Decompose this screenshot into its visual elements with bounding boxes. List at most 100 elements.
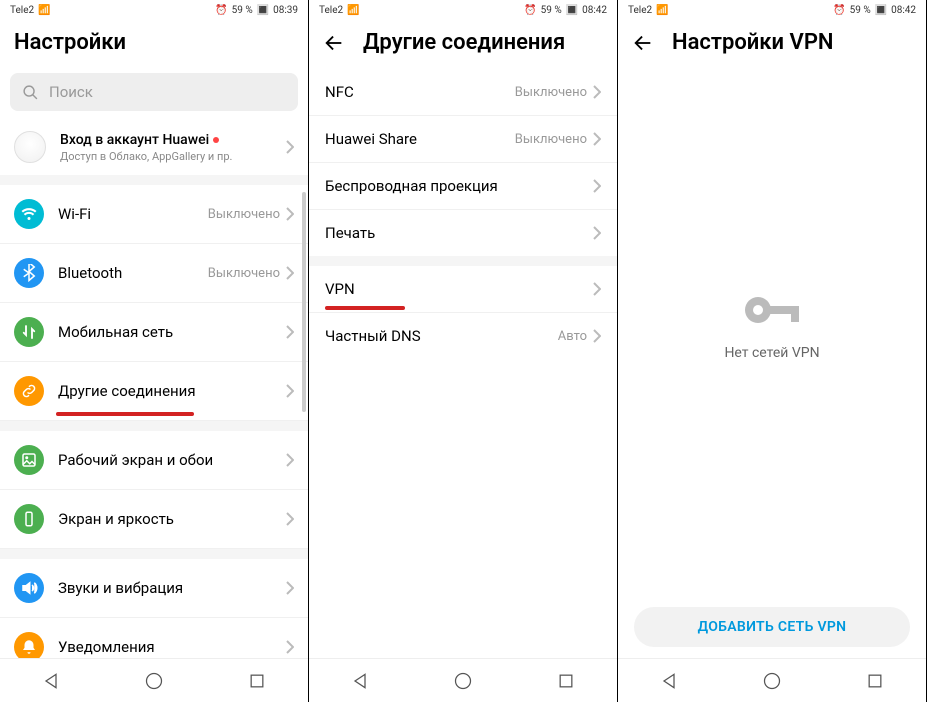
row-label: Wi-Fi — [58, 205, 208, 223]
row-print[interactable]: Печать — [309, 210, 617, 256]
account-subtitle: Доступ в Облако, AppGallery и пр. — [60, 150, 272, 163]
carrier-label: Tele2 — [319, 5, 343, 16]
wallpaper-icon — [14, 445, 44, 475]
battery-label: 59 % — [541, 5, 562, 16]
carrier-label: Tele2 — [628, 5, 652, 16]
chevron-right-icon — [286, 453, 294, 467]
chevron-right-icon — [593, 179, 601, 193]
home-nav-icon[interactable] — [144, 671, 164, 691]
row-sound[interactable]: Звуки и вибрация — [0, 559, 308, 618]
row-value: Выключено — [208, 266, 280, 281]
row-value: Авто — [558, 329, 587, 344]
row-display[interactable]: Экран и яркость — [0, 490, 308, 549]
chevron-right-icon — [593, 226, 601, 240]
home-nav-icon[interactable] — [453, 671, 473, 691]
row-label: Беспроводная проекция — [325, 177, 593, 195]
row-vpn[interactable]: VPN — [309, 266, 617, 313]
account-title: Вход в аккаунт Huawei — [60, 132, 272, 148]
notification-dot-icon — [213, 137, 219, 143]
chevron-right-icon — [593, 282, 601, 296]
mobile-data-icon — [14, 317, 44, 347]
section-divider — [0, 175, 308, 185]
row-label: Мобильная сеть — [58, 323, 286, 341]
battery-icon: 🔳 — [257, 5, 269, 16]
battery-icon: 🔳 — [566, 5, 578, 16]
bluetooth-icon — [14, 258, 44, 288]
search-input[interactable]: Поиск — [10, 73, 298, 111]
chevron-right-icon — [286, 581, 294, 595]
back-arrow-icon[interactable] — [632, 32, 654, 54]
row-label: Звуки и вибрация — [58, 579, 286, 597]
navigation-bar — [0, 658, 308, 702]
navigation-bar — [309, 658, 617, 702]
back-nav-icon[interactable] — [350, 671, 370, 691]
row-label: Уведомления — [58, 638, 286, 656]
row-label: Bluetooth — [58, 264, 208, 282]
avatar-icon — [14, 131, 46, 163]
alarm-icon: ⏰ — [524, 5, 536, 16]
chevron-right-icon — [286, 640, 294, 654]
row-other-connections[interactable]: Другие соединения — [0, 362, 308, 421]
row-value: Выключено — [515, 85, 587, 100]
row-label: Печать — [325, 224, 593, 242]
back-nav-icon[interactable] — [41, 671, 61, 691]
battery-icon: 🔳 — [875, 5, 887, 16]
status-bar: Tele2📶 ⏰59 %🔳08:39 — [0, 0, 308, 20]
chevron-right-icon — [286, 207, 294, 221]
signal-icon: 📶 — [656, 5, 668, 16]
recent-nav-icon[interactable] — [865, 671, 885, 691]
row-mobile[interactable]: Мобильная сеть — [0, 303, 308, 362]
vpn-key-icon — [742, 289, 802, 331]
status-bar: Tele2 📶 ⏰ 59 % 🔳 08:42 — [618, 0, 926, 20]
battery-label: 59 % — [232, 5, 253, 16]
row-wifi[interactable]: Wi-Fi Выключено — [0, 185, 308, 244]
row-home-screen[interactable]: Рабочий экран и обои — [0, 431, 308, 490]
chevron-right-icon — [286, 325, 294, 339]
chevron-right-icon — [593, 85, 601, 99]
row-private-dns[interactable]: Частный DNS Авто — [309, 313, 617, 359]
header: Настройки VPN — [618, 20, 926, 69]
screen-settings: Tele2📶 ⏰59 %🔳08:39 Настройки Поиск Вход … — [0, 0, 309, 702]
empty-message: Нет сетей VPN — [724, 345, 819, 361]
carrier-label: Tele2 — [10, 5, 34, 16]
navigation-bar — [618, 658, 926, 702]
signal-icon: 📶 — [38, 5, 50, 16]
clock-label: 08:42 — [582, 5, 607, 16]
row-label: Huawei Share — [325, 130, 515, 148]
screen-other-connections: Tele2 📶 ⏰ 59 % 🔳 08:42 Другие соединения NFC… — [309, 0, 618, 702]
sound-icon — [14, 573, 44, 603]
wifi-icon — [14, 199, 44, 229]
home-nav-icon[interactable] — [762, 671, 782, 691]
battery-label: 59 % — [850, 5, 871, 16]
chevron-right-icon — [593, 132, 601, 146]
row-wireless-projection[interactable]: Беспроводная проекция — [309, 163, 617, 210]
empty-state: Нет сетей VPN — [618, 289, 926, 361]
row-nfc[interactable]: NFC Выключено — [309, 69, 617, 116]
page-title: Другие соединения — [363, 30, 565, 55]
alarm-icon: ⏰ — [833, 5, 845, 16]
alarm-icon: ⏰ — [215, 5, 227, 16]
row-huawei-share[interactable]: Huawei Share Выключено — [309, 116, 617, 163]
recent-nav-icon[interactable] — [247, 671, 267, 691]
row-label: Частный DNS — [325, 327, 558, 345]
add-vpn-button[interactable]: ДОБАВИТЬ СЕТЬ VPN — [634, 607, 910, 647]
chevron-right-icon — [286, 266, 294, 280]
section-divider — [0, 549, 308, 559]
row-label: Экран и яркость — [58, 510, 286, 528]
back-arrow-icon[interactable] — [323, 32, 345, 54]
signal-icon: 📶 — [347, 5, 359, 16]
status-bar: Tele2 📶 ⏰ 59 % 🔳 08:42 — [309, 0, 617, 20]
account-row[interactable]: Вход в аккаунт Huawei Доступ в Облако, A… — [0, 121, 308, 175]
recent-nav-icon[interactable] — [556, 671, 576, 691]
search-placeholder: Поиск — [49, 83, 93, 101]
row-label: Другие соединения — [58, 382, 286, 400]
clock-label: 08:42 — [891, 5, 916, 16]
row-label: VPN — [325, 280, 593, 298]
row-bluetooth[interactable]: Bluetooth Выключено — [0, 244, 308, 303]
highlight-underline — [56, 412, 194, 416]
screen-vpn-settings: Tele2 📶 ⏰ 59 % 🔳 08:42 Настройки VPN Нет сет… — [618, 0, 927, 702]
back-nav-icon[interactable] — [659, 671, 679, 691]
scrollbar-thumb[interactable] — [302, 192, 306, 412]
header: Настройки — [0, 20, 308, 69]
row-label: Рабочий экран и обои — [58, 451, 286, 469]
